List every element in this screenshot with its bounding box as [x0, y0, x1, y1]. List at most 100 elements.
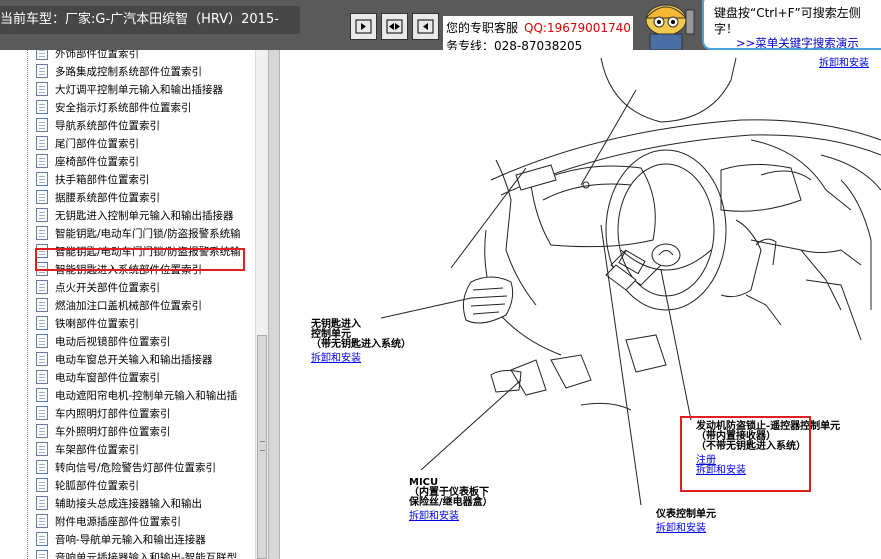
tree-item-label: 车架部件位置索引 — [55, 443, 139, 456]
tree-item[interactable]: 辅助接头总成连接器输入和输出 — [36, 494, 202, 512]
panel-splitter[interactable] — [268, 50, 280, 559]
top-install-link[interactable]: 拆卸和安装 — [819, 54, 869, 69]
tree-item[interactable]: 安全指示灯系统部件位置索引 — [36, 98, 192, 116]
tip-text-line2: 字！ — [714, 22, 739, 36]
tree-item-label: 智能钥匙/电动车门门锁/防盗报警系统输 — [55, 227, 241, 240]
document-icon — [36, 334, 48, 348]
tree-item[interactable]: 点火开关部件位置索引 — [36, 278, 160, 296]
document-icon — [36, 136, 48, 150]
tree-item[interactable]: 多路集成控制系统部件位置索引 — [36, 62, 202, 80]
customer-service-panel: 您的专职客服 QQ:19679001740 务专线：028-87038205 — [443, 16, 633, 53]
document-icon — [36, 442, 48, 456]
component-diagram: 拆卸和安装 无钥匙进入 控制单元 （带无钥匙进入系统） 拆卸和安装 MICU （… — [281, 50, 881, 559]
highlight-box-immobilizer — [680, 416, 811, 492]
tree-item-label: 点火开关部件位置索引 — [55, 281, 160, 294]
tree-item[interactable]: 车内照明灯部件位置索引 — [36, 404, 171, 422]
document-icon — [36, 514, 48, 528]
tree-item-label: 据腰系统部件位置索引 — [55, 191, 160, 204]
vehicle-model-label: 当前车型：厂家:G-广汽本田缤智（HRV）2015- — [0, 6, 300, 34]
arrow-right-icon — [355, 19, 372, 34]
expand-button[interactable] — [381, 13, 408, 40]
tree-item[interactable]: 电动遮阳帘电机-控制单元输入和输出插 — [36, 386, 237, 404]
tree-item[interactable]: 电动后视镜部件位置索引 — [36, 332, 171, 350]
document-icon — [36, 298, 48, 312]
tree-item-label: 外饰部件位置索引 — [55, 50, 139, 60]
tree-item[interactable]: 音响单元插接器输入和输出-智能互联型 — [36, 548, 237, 559]
tree-item-label: 安全指示灯系统部件位置索引 — [55, 101, 192, 114]
tree-item-label: 大灯调平控制单元输入和输出插接器 — [55, 83, 223, 96]
tree-item[interactable]: 扶手箱部件位置索引 — [36, 170, 150, 188]
tree-item-label: 轮胍部件位置索引 — [55, 479, 139, 492]
tree-item[interactable]: 尾门部件位置索引 — [36, 134, 139, 152]
tree-item-label: 扶手箱部件位置索引 — [55, 173, 150, 186]
document-icon — [36, 424, 48, 438]
tree-item[interactable]: 轮胍部件位置索引 — [36, 476, 139, 494]
tree-item-label: 无钥匙进入控制单元输入和输出插接器 — [55, 209, 234, 222]
tree-item-label: 多路集成控制系统部件位置索引 — [55, 65, 202, 78]
tree-item-label: 座椅部件位置索引 — [55, 155, 139, 168]
document-icon — [36, 532, 48, 546]
document-icon — [36, 550, 48, 559]
scrollbar-grip — [260, 441, 265, 451]
tip-text-line1: 键盘按“Ctrl+F”可搜索左侧 — [714, 6, 861, 20]
mascot-icon — [644, 4, 695, 50]
tree-panel: 外饰部件位置索引多路集成控制系统部件位置索引大灯调平控制单元输入和输出插接器 安全… — [0, 50, 255, 559]
tree-item[interactable]: 座椅部件位置索引 — [36, 152, 139, 170]
tree-item[interactable]: 导航系统部件位置索引 — [36, 116, 160, 134]
keyless-install-link[interactable]: 拆卸和安装 — [311, 349, 361, 364]
tree-item[interactable]: 智能钥匙/电动车门门锁/防盗报警系统输 — [36, 224, 241, 242]
next-button[interactable] — [412, 13, 439, 40]
tree-item-label: 音响-导航单元输入和输出连接器 — [55, 533, 206, 546]
tree-item-label: 车外照明灯部件位置索引 — [55, 425, 171, 438]
document-icon — [36, 496, 48, 510]
tree-item[interactable]: 据腰系统部件位置索引 — [36, 188, 160, 206]
document-icon — [36, 190, 48, 204]
tree-item-label: 附件电源插座部件位置索引 — [55, 515, 181, 528]
document-icon — [36, 370, 48, 384]
tree-item-label: 铁喇部件位置索引 — [55, 317, 139, 330]
tree-item[interactable]: 电动车窗总开关输入和输出插接器 — [36, 350, 213, 368]
tree-connector-line — [27, 50, 28, 559]
tree-item[interactable]: 铁喇部件位置索引 — [36, 314, 139, 332]
tree-item-label: 转向信号/危险警告灯部件位置索引 — [55, 461, 217, 474]
scrollbar-thumb[interactable] — [257, 335, 267, 559]
micu-install-link[interactable]: 拆卸和安装 — [409, 507, 459, 522]
tree-item[interactable]: 转向信号/危险警告灯部件位置索引 — [36, 458, 216, 476]
tree-item[interactable]: 附件电源插座部件位置索引 — [36, 512, 181, 530]
search-tip-bubble: 键盘按“Ctrl+F”可搜索左侧 字！ >>菜单关键字搜索演示 — [702, 0, 881, 50]
service-label: 您的专职客服 — [446, 21, 519, 35]
qq-number[interactable]: QQ:19679001740 — [524, 21, 631, 35]
arrow-left-icon — [417, 19, 434, 34]
tree-item[interactable]: 电动车窗部件位置索引 — [36, 368, 160, 386]
document-icon — [36, 460, 48, 474]
tree-item[interactable]: 无钥匙进入控制单元输入和输出插接器 — [36, 206, 234, 224]
gauge-install-link[interactable]: 拆卸和安装 — [656, 519, 706, 534]
highlight-box-tree-item — [35, 248, 245, 271]
double-arrow-icon — [386, 19, 403, 34]
prev-button[interactable] — [350, 13, 377, 40]
document-icon — [36, 50, 48, 60]
tree-item[interactable]: 音响-导航单元输入和输出连接器 — [36, 530, 206, 548]
tree-item-label: 电动遮阳帘电机-控制单元输入和输出插 — [55, 389, 238, 402]
tree-item[interactable]: 燃油加注口盖机械部件位置索引 — [36, 296, 202, 314]
tree-item-label: 导航系统部件位置索引 — [55, 119, 160, 132]
document-icon — [36, 100, 48, 114]
document-icon — [36, 280, 48, 294]
tree-item[interactable]: 外饰部件位置索引 — [36, 50, 139, 62]
tree-item-label: 燃油加注口盖机械部件位置索引 — [55, 299, 202, 312]
tree-item[interactable]: 车外照明灯部件位置索引 — [36, 422, 171, 440]
document-icon — [36, 172, 48, 186]
document-icon — [36, 64, 48, 78]
tree-item-label: 辅助接头总成连接器输入和输出 — [55, 497, 202, 510]
document-icon — [36, 154, 48, 168]
document-icon — [36, 388, 48, 402]
document-icon — [36, 118, 48, 132]
tree-scrollbar[interactable] — [255, 50, 268, 559]
tree-item-label: 电动车窗总开关输入和输出插接器 — [55, 353, 213, 366]
search-demo-link[interactable]: >>菜单关键字搜索演示 — [736, 35, 859, 51]
tree-item[interactable]: 大灯调平控制单元输入和输出插接器 — [36, 80, 223, 98]
tree-item[interactable]: 车架部件位置索引 — [36, 440, 139, 458]
tree-item-label: 尾门部件位置索引 — [55, 137, 139, 150]
document-icon — [36, 226, 48, 240]
tree-item-label: 车内照明灯部件位置索引 — [55, 407, 171, 420]
